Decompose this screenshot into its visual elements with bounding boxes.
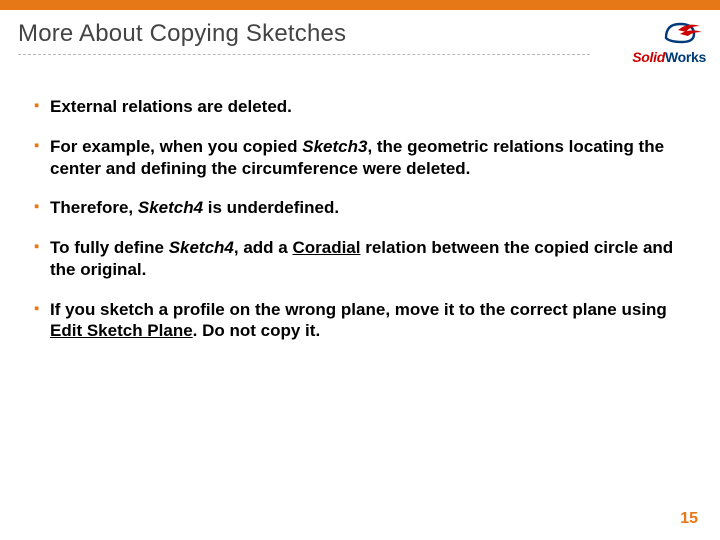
list-item: If you sketch a profile on the wrong pla…	[34, 299, 686, 343]
list-item: For example, when you copied Sketch3, th…	[34, 136, 686, 180]
list-item: External relations are deleted.	[34, 96, 686, 118]
brand-logo: SolidWorks	[596, 16, 706, 65]
bullet-text: If you sketch a profile on the wrong pla…	[50, 300, 667, 319]
bullet-text: For example, when you copied	[50, 137, 302, 156]
sketch-ref: Sketch4	[169, 238, 234, 257]
title-underline	[18, 54, 590, 55]
bullet-list: External relations are deleted. For exam…	[34, 96, 686, 342]
bullet-text: External relations are deleted.	[50, 97, 292, 116]
bullet-text: , add a	[234, 238, 293, 257]
sketch-ref: Sketch4	[138, 198, 203, 217]
brand-works: Works	[665, 49, 706, 65]
relation-name: Coradial	[292, 238, 360, 257]
bullet-text: Therefore,	[50, 198, 138, 217]
list-item: Therefore, Sketch4 is underdefined.	[34, 197, 686, 219]
brand-solid: Solid	[632, 49, 665, 65]
brand-text: SolidWorks	[596, 49, 706, 65]
sketch-ref: Sketch3	[302, 137, 367, 156]
command-name: Edit Sketch Plane	[50, 321, 193, 340]
bullet-text: . Do not copy it.	[193, 321, 321, 340]
bullet-text: To fully define	[50, 238, 169, 257]
bullet-text: is underdefined.	[203, 198, 339, 217]
content-area: External relations are deleted. For exam…	[0, 76, 720, 342]
header: More About Copying Sketches SolidWorks	[0, 10, 720, 76]
page-number: 15	[680, 510, 698, 528]
ds-icon	[596, 16, 706, 51]
list-item: To fully define Sketch4, add a Coradial …	[34, 237, 686, 281]
accent-bar	[0, 0, 720, 10]
